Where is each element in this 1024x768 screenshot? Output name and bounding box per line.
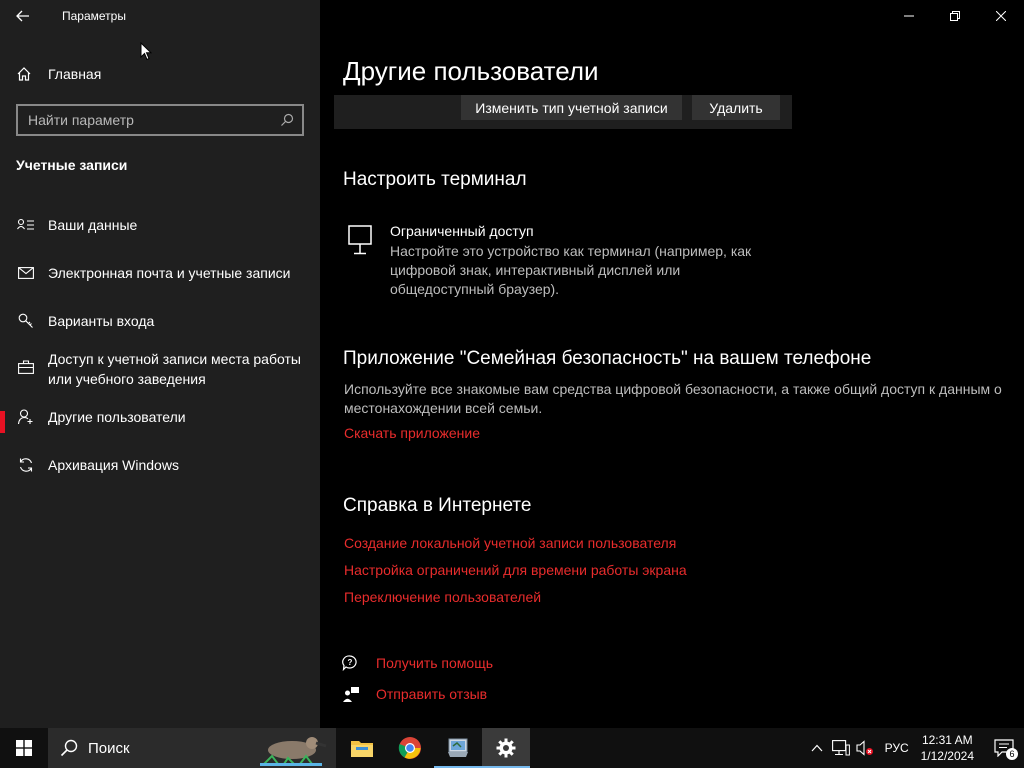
- action-center-button[interactable]: 6: [984, 728, 1024, 768]
- send-feedback-label: Отправить отзыв: [376, 686, 488, 702]
- input-language-indicator[interactable]: РУС: [885, 741, 909, 755]
- sidebar-item-work-access[interactable]: Доступ к учетной записи места работы или…: [0, 349, 320, 389]
- person-add-icon: [16, 407, 36, 427]
- get-help-link[interactable]: ? Получить помощь: [342, 655, 493, 671]
- back-button[interactable]: [0, 0, 46, 32]
- help-link-create-local-account[interactable]: Создание локальной учетной записи пользо…: [344, 535, 676, 551]
- delete-account-button[interactable]: Удалить: [692, 95, 780, 120]
- mouse-cursor-icon: [140, 42, 152, 61]
- chevron-up-icon: [811, 744, 823, 752]
- search-icon[interactable]: [280, 113, 294, 127]
- family-heading: Приложение "Семейная безопасность" на ва…: [343, 348, 872, 369]
- sidebar-item-label: Другие пользователи: [48, 409, 186, 425]
- kiosk-setup-item[interactable]: Ограниченный доступ Настройте это устрой…: [346, 222, 770, 299]
- sidebar-item-email[interactable]: Электронная почта и учетные записи: [0, 263, 320, 283]
- volume-tray-button[interactable]: [853, 728, 877, 768]
- send-feedback-link[interactable]: Отправить отзыв: [342, 686, 487, 702]
- volume-muted-icon: [856, 740, 873, 756]
- sidebar-item-sign-in[interactable]: Варианты входа: [0, 311, 320, 331]
- settings-taskbar-button[interactable]: [482, 728, 530, 768]
- minimize-icon: [904, 15, 914, 17]
- restore-button[interactable]: [932, 0, 978, 32]
- page-title: Другие пользователи: [343, 56, 599, 86]
- control-panel-icon: [448, 738, 468, 757]
- svg-text:?: ?: [348, 658, 353, 667]
- kiosk-description: Настройте это устройство как терминал (н…: [390, 243, 752, 297]
- home-icon: [16, 66, 36, 82]
- help-link-switch-users[interactable]: Переключение пользователей: [344, 589, 541, 605]
- mail-icon: [16, 263, 36, 283]
- folder-icon: [351, 741, 373, 757]
- main-content: Другие пользователи Изменить тип учетной…: [320, 0, 1024, 728]
- kiosk-monitor-icon: [346, 222, 376, 299]
- window-controls: [886, 0, 1024, 32]
- search-icon: [60, 739, 78, 757]
- sidebar-item-label: Архивация Windows: [48, 457, 179, 473]
- file-explorer-taskbar-button[interactable]: [338, 728, 386, 768]
- chrome-taskbar-button[interactable]: [386, 728, 434, 768]
- sidebar-nav: Ваши данные Электронная почта и учетные …: [0, 200, 320, 475]
- app-title: Параметры: [62, 9, 126, 23]
- sidebar-item-your-info[interactable]: Ваши данные: [0, 215, 320, 235]
- help-heading: Справка в Интернете: [343, 495, 532, 516]
- sidebar-item-label: Варианты входа: [48, 313, 155, 329]
- taskbar-search-label: Поиск: [88, 739, 130, 757]
- family-description: Используйте все знакомые вам средства ци…: [344, 381, 1002, 416]
- sidebar-item-label: Ваши данные: [48, 217, 138, 233]
- kiosk-heading: Настроить терминал: [343, 169, 527, 190]
- sidebar-item-label: Доступ к учетной записи места работы или…: [48, 351, 301, 387]
- settings-search-input[interactable]: [28, 112, 268, 128]
- sidebar-item-label: Электронная почта и учетные записи: [48, 265, 291, 281]
- chrome-icon: [398, 737, 421, 759]
- clock-date: 1/12/2024: [920, 749, 974, 763]
- search-highlight-illustration-icon: [260, 737, 327, 766]
- taskbar: Поиск РУС 12:31 AM 1/12/2024 6: [0, 728, 1024, 768]
- windows-logo-icon: [16, 740, 32, 756]
- titlebar-left: Параметры: [0, 0, 320, 32]
- home-nav-item[interactable]: Главная: [16, 62, 101, 86]
- back-arrow-icon: [16, 10, 29, 22]
- close-icon: [996, 11, 1006, 21]
- kiosk-title: Ограниченный доступ: [390, 223, 534, 239]
- sidebar: Параметры Главная Учетные записи Ваши да…: [0, 0, 320, 728]
- help-chat-icon: ?: [342, 655, 362, 671]
- sync-icon: [16, 455, 36, 475]
- start-button[interactable]: [0, 728, 48, 768]
- control-panel-taskbar-button[interactable]: [434, 728, 482, 768]
- settings-search-box[interactable]: [16, 104, 304, 136]
- system-tray: РУС 12:31 AM 1/12/2024 6: [805, 728, 1024, 768]
- notification-count-badge: 6: [1006, 748, 1018, 760]
- get-help-label: Получить помощь: [376, 655, 494, 671]
- briefcase-icon: [16, 357, 36, 377]
- sidebar-item-other-users[interactable]: Другие пользователи: [0, 407, 320, 433]
- restore-icon: [950, 11, 960, 21]
- taskbar-search-box[interactable]: Поиск: [48, 728, 336, 768]
- section-title: Учетные записи: [16, 157, 128, 173]
- network-tray-button[interactable]: [829, 728, 853, 768]
- clock-time: 12:31 AM: [921, 733, 973, 747]
- taskbar-clock[interactable]: 12:31 AM 1/12/2024: [921, 732, 974, 764]
- close-button[interactable]: [978, 0, 1024, 32]
- help-link-screen-time[interactable]: Настройка ограничений для времени работы…: [344, 562, 687, 578]
- change-account-type-button[interactable]: Изменить тип учетной записи: [461, 95, 682, 120]
- minimize-button[interactable]: [886, 0, 932, 32]
- person-card-icon: [16, 215, 36, 235]
- home-label: Главная: [48, 66, 102, 82]
- download-app-link[interactable]: Скачать приложение: [344, 425, 480, 441]
- feedback-icon: [342, 686, 362, 702]
- network-icon: [831, 740, 850, 756]
- gear-icon: [496, 738, 516, 758]
- show-hidden-icons-button[interactable]: [805, 728, 829, 768]
- sidebar-item-backup[interactable]: Архивация Windows: [0, 455, 320, 475]
- key-icon: [16, 311, 36, 331]
